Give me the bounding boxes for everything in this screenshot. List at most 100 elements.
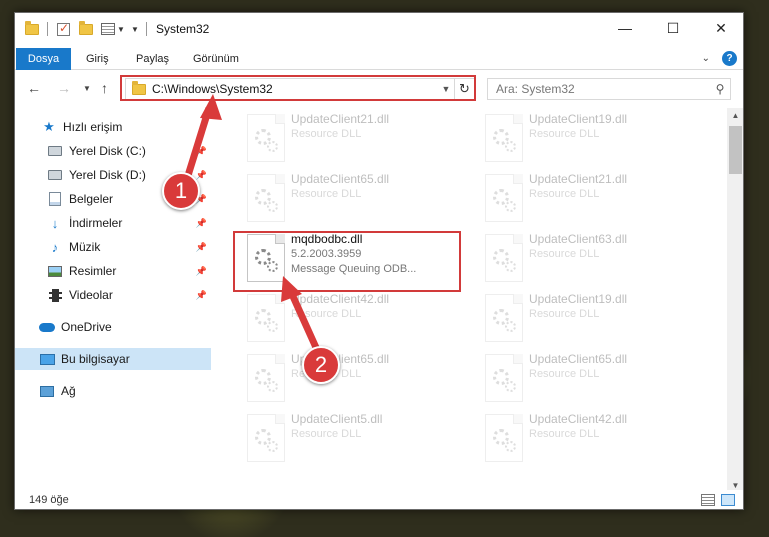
dll-file-icon xyxy=(247,294,285,342)
details-view-icon[interactable] xyxy=(701,494,715,506)
dll-file-icon xyxy=(485,294,523,342)
scroll-up-icon[interactable]: ▲ xyxy=(727,108,743,123)
tab-view[interactable]: Görünüm xyxy=(193,48,239,70)
file-name: UpdateClient65.dll xyxy=(291,172,390,186)
dll-file-icon xyxy=(485,174,523,222)
toolbar-separator xyxy=(47,22,48,36)
dll-file-icon xyxy=(485,354,523,402)
close-button[interactable]: ✕ xyxy=(698,13,743,43)
dll-file-icon xyxy=(247,354,285,402)
search-input[interactable]: Ara: System32 xyxy=(496,82,710,96)
downloads-icon: ↓ xyxy=(51,215,59,231)
status-bar: 149 öğe xyxy=(15,490,743,509)
large-icons-view-icon[interactable] xyxy=(721,494,735,506)
file-tile[interactable]: UpdateClient21.dll Resource DLL xyxy=(237,110,465,166)
file-description: Resource DLL xyxy=(529,308,600,320)
properties-check-icon[interactable] xyxy=(57,21,70,37)
recent-locations-chevron-icon[interactable]: ▼ xyxy=(83,84,91,93)
sidebar-item-onedrive[interactable]: OneDrive xyxy=(15,316,211,338)
file-description: Resource DLL xyxy=(529,368,600,380)
new-folder-icon[interactable] xyxy=(79,20,93,37)
file-tile[interactable]: UpdateClient63.dll Resource DLL xyxy=(475,230,703,286)
dll-file-icon xyxy=(485,414,523,462)
back-arrow-icon[interactable]: ← xyxy=(27,80,41,96)
file-description: Resource DLL xyxy=(291,428,362,440)
file-name: UpdateClient65.dll xyxy=(529,352,628,366)
file-list: UpdateClient21.dll Resource DLL UpdateCli… xyxy=(211,108,725,493)
pin-icon[interactable]: 📌 xyxy=(196,290,207,301)
tab-share[interactable]: Paylaş xyxy=(136,48,169,70)
address-bar-highlight xyxy=(120,75,476,101)
sidebar-item-network[interactable]: Ağ xyxy=(15,380,211,402)
file-name: UpdateClient21.dll xyxy=(291,112,390,126)
sidebar-item-label: Bu bilgisayar xyxy=(61,352,130,366)
folder-icon xyxy=(25,20,39,37)
sidebar-item-label: Belgeler xyxy=(69,192,114,206)
sidebar-item-quick-access[interactable]: ★ Hızlı erişim xyxy=(15,116,211,138)
maximize-button[interactable]: ☐ xyxy=(650,13,696,43)
pin-icon[interactable]: 📌 xyxy=(196,242,207,253)
pictures-icon xyxy=(47,264,63,278)
dll-file-icon xyxy=(247,174,285,222)
customize-toolbar-icon[interactable]: ▼ xyxy=(101,21,125,37)
file-name: UpdateClient19.dll xyxy=(529,112,628,126)
file-name: UpdateClient42.dll xyxy=(291,292,390,306)
drive-icon xyxy=(47,144,63,158)
sidebar-item-music[interactable]: ♪ Müzik 📌 xyxy=(15,236,211,258)
callout-badge-1: 1 xyxy=(162,172,200,210)
file-name: UpdateClient42.dll xyxy=(529,412,628,426)
sidebar-item-local-disk-c[interactable]: Yerel Disk (C:) 📌 xyxy=(15,140,211,162)
file-tile[interactable]: UpdateClient19.dll Resource DLL xyxy=(475,290,703,346)
dll-file-icon xyxy=(485,234,523,282)
sidebar-item-this-pc[interactable]: Bu bilgisayar xyxy=(15,348,211,370)
file-tile[interactable]: UpdateClient21.dll Resource DLL xyxy=(475,170,703,226)
callout-badge-2: 2 xyxy=(302,346,340,384)
sidebar-item-label: Ağ xyxy=(61,384,76,398)
file-description: Resource DLL xyxy=(529,248,600,260)
forward-arrow-icon[interactable]: → xyxy=(57,80,71,96)
toolbar-separator xyxy=(146,22,147,36)
sidebar-item-pictures[interactable]: Resimler 📌 xyxy=(15,260,211,282)
star-icon: ★ xyxy=(43,119,55,134)
pin-icon[interactable]: 📌 xyxy=(196,170,207,181)
file-tile[interactable]: UpdateClient5.dll Resource DLL xyxy=(237,410,465,466)
scroll-thumb[interactable] xyxy=(729,126,742,174)
file-description: Resource DLL xyxy=(529,128,600,140)
sidebar-item-videos[interactable]: Videolar 📌 xyxy=(15,284,211,306)
file-tile[interactable]: UpdateClient42.dll Resource DLL xyxy=(475,410,703,466)
quick-access-dropdown-icon[interactable]: ▼ xyxy=(129,21,139,37)
sidebar-item-label: Resimler xyxy=(69,264,117,278)
sidebar-item-label: Müzik xyxy=(69,240,101,254)
onedrive-icon xyxy=(39,320,55,334)
dll-file-icon xyxy=(247,114,285,162)
minimize-button[interactable]: — xyxy=(602,13,648,43)
search-box[interactable]: Ara: System32 ⚲ xyxy=(487,78,731,100)
sidebar-item-label: OneDrive xyxy=(61,320,112,334)
music-icon: ♪ xyxy=(51,239,59,255)
pin-icon[interactable]: 📌 xyxy=(196,146,207,157)
sidebar-item-label: İndirmeler xyxy=(69,216,123,230)
ribbon-tabs: Dosya Giriş Paylaş Görünüm ⌄ ? xyxy=(15,48,743,70)
tab-home[interactable]: Giriş xyxy=(86,48,109,70)
file-name: UpdateClient19.dll xyxy=(529,292,628,306)
file-description: Resource DLL xyxy=(291,188,362,200)
up-arrow-icon[interactable]: ↑ xyxy=(101,80,108,96)
sidebar-item-downloads[interactable]: ↓ İndirmeler 📌 xyxy=(15,212,211,234)
file-description: Resource DLL xyxy=(291,308,362,320)
pin-icon[interactable]: 📌 xyxy=(196,266,207,277)
file-tile[interactable]: UpdateClient65.dllResource DLL xyxy=(237,350,465,406)
expand-ribbon-icon[interactable]: ⌄ xyxy=(702,53,710,64)
tab-file[interactable]: Dosya xyxy=(16,48,71,70)
file-name: UpdateClient21.dll xyxy=(529,172,628,186)
file-tile[interactable]: UpdateClient42.dll Resource DLL xyxy=(237,290,465,346)
file-description: Resource DLL xyxy=(529,428,600,440)
dll-file-icon xyxy=(485,114,523,162)
dll-file-icon xyxy=(247,414,285,462)
file-tile[interactable]: UpdateClient65.dll Resource DLL xyxy=(475,350,703,406)
network-icon xyxy=(39,384,55,398)
vertical-scrollbar[interactable]: ▲ ▼ xyxy=(727,108,743,493)
help-icon[interactable]: ? xyxy=(722,51,737,66)
file-tile[interactable]: UpdateClient19.dll Resource DLL xyxy=(475,110,703,166)
file-tile[interactable]: UpdateClient65.dll Resource DLL xyxy=(237,170,465,226)
pin-icon[interactable]: 📌 xyxy=(196,218,207,229)
